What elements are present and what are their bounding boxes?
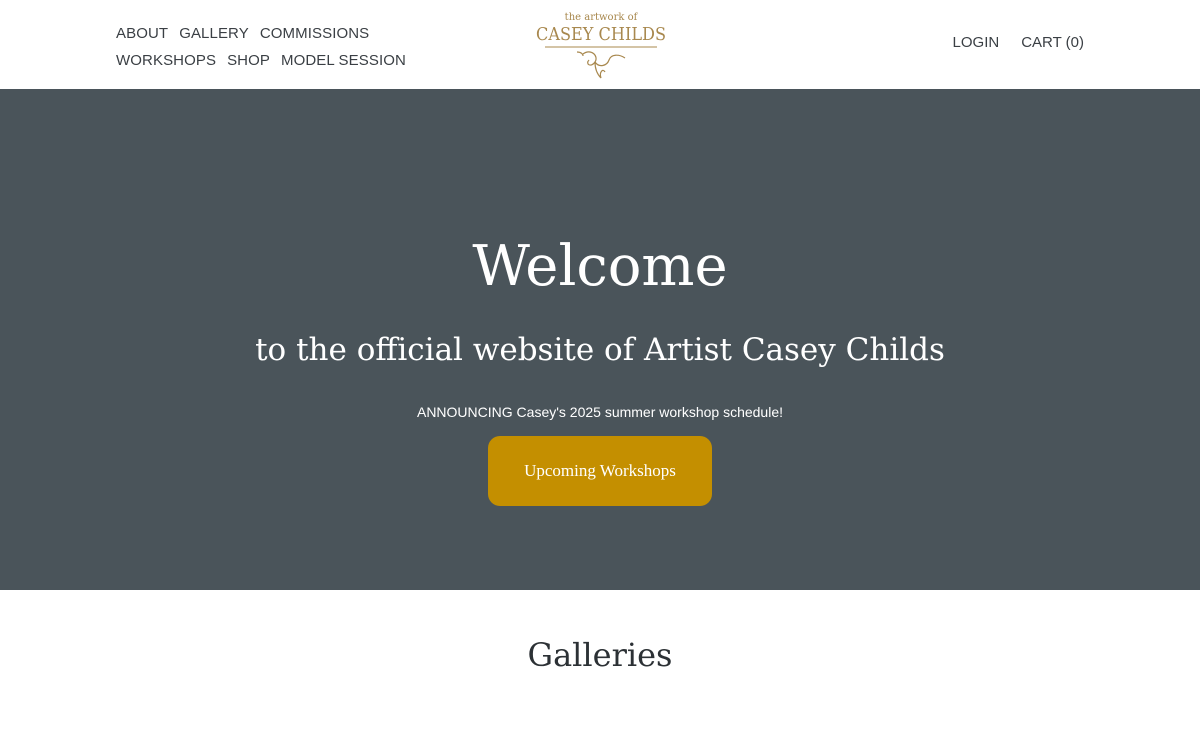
cart-link[interactable]: CART (0) [1021,34,1084,51]
header-utilities: LOGIN CART (0) [931,34,1084,51]
logo-flourish-icon [576,51,626,79]
main-nav: ABOUT GALLERY COMMISSIONS WORKSHOPS SHOP… [116,20,436,74]
logo-name: CASEY CHILDS [536,24,666,45]
nav-row-2: WORKSHOPS SHOP MODEL SESSION [116,47,436,74]
logo-tagline: the artwork of [565,12,639,23]
upcoming-workshops-button[interactable]: Upcoming Workshops [488,436,712,506]
nav-workshops[interactable]: WORKSHOPS [116,52,216,69]
nav-commissions[interactable]: COMMISSIONS [260,25,369,42]
nav-shop[interactable]: SHOP [227,52,270,69]
login-link[interactable]: LOGIN [953,34,1000,51]
nav-about[interactable]: ABOUT [116,25,168,42]
nav-model-session[interactable]: MODEL SESSION [281,52,406,69]
hero-title: Welcome [472,234,728,299]
site-header: ABOUT GALLERY COMMISSIONS WORKSHOPS SHOP… [0,0,1200,89]
workshop-announcement: ANNOUNCING Casey's 2025 summer workshop … [416,404,784,420]
nav-row-1: ABOUT GALLERY COMMISSIONS [116,20,436,47]
hero-subtitle: to the official website of Artist Casey … [255,332,945,368]
logo-graphic: the artwork of CASEY CHILDS [536,12,666,79]
site-logo[interactable]: the artwork of CASEY CHILDS [533,8,669,82]
hero-banner: Welcome to the official website of Artis… [0,89,1200,590]
nav-gallery[interactable]: GALLERY [179,25,249,42]
galleries-heading: Galleries [527,636,673,674]
